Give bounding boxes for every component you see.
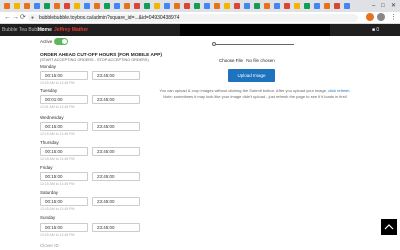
time-hint: 12:15 AM to 11:45 PM [40, 157, 75, 161]
file-input[interactable]: Choose File No file chosen [219, 58, 275, 64]
tab-favicon-icon[interactable] [164, 3, 170, 9]
reload-icon[interactable]: ⟳ [20, 14, 26, 22]
start-time-input[interactable]: 00:15:00 [40, 172, 88, 181]
tab-favicon-icon[interactable] [274, 3, 280, 9]
tab-favicon-icon[interactable] [224, 3, 230, 9]
time-hint: 12:15 AM to 11:45 PM [40, 207, 75, 211]
time-hint: 12:15 AM to 11:45 PM [40, 132, 75, 136]
slider-handle[interactable] [212, 42, 216, 46]
tab-favicon-icon[interactable] [54, 3, 60, 9]
start-time-input[interactable]: 00:01:00 [40, 95, 88, 104]
tab-favicon-icon[interactable] [344, 3, 350, 9]
day-label: Wednesday [40, 115, 64, 120]
tab-favicon-icon[interactable] [4, 3, 10, 9]
chevron-up-icon [384, 224, 394, 230]
tab-favicon-icon[interactable] [34, 3, 40, 9]
tab-favicon-icon[interactable] [84, 3, 90, 9]
tab-favicon-icon[interactable] [204, 3, 210, 9]
tab-favicon-icon[interactable] [94, 3, 100, 9]
redacted-block [180, 24, 330, 36]
tab-favicon-icon[interactable] [154, 3, 160, 9]
lock-icon: ● [31, 15, 35, 21]
tab-favicon-icon[interactable] [244, 3, 250, 9]
tab-favicon-icon[interactable] [284, 3, 290, 9]
end-time-input[interactable]: 23:45:00 [92, 197, 140, 206]
crop-zoom-slider[interactable] [214, 44, 294, 45]
tab-favicon-icon[interactable] [304, 3, 310, 9]
day-label: Sunday [40, 215, 56, 220]
end-time-input[interactable]: 23:45:00 [92, 223, 140, 232]
tab-favicon-icon[interactable] [314, 3, 320, 9]
start-time-input[interactable]: 00:15:00 [40, 71, 88, 80]
day-label: Tuesday [40, 88, 58, 93]
address-bar[interactable]: ● bubblebubble.toybox.ca/admin?square_id… [28, 14, 358, 22]
start-time-input[interactable]: 00:15:00 [40, 122, 88, 131]
tab-favicon-icon[interactable] [134, 3, 140, 9]
tab-favicon-icon[interactable] [24, 3, 30, 9]
tab-favicon-icon[interactable] [264, 3, 270, 9]
tab-favicon-icon[interactable] [114, 3, 120, 9]
scroll-to-top-button[interactable] [381, 219, 397, 235]
tab-favicon-icon[interactable] [104, 3, 110, 9]
tab-favicon-icon[interactable] [214, 3, 220, 9]
time-hint: 12:01 AM to 11:45 PM [40, 105, 75, 109]
active-toggle[interactable] [54, 38, 68, 45]
tab-favicon-icon[interactable] [194, 3, 200, 9]
toggle-knob [62, 39, 67, 44]
upload-help-text: You can upload & crop images without cli… [155, 88, 355, 99]
time-hint: 12:15 AM to 11:45 PM [40, 182, 75, 186]
day-label: Friday [40, 165, 53, 170]
start-time-input[interactable]: 00:15:00 [40, 223, 88, 232]
start-time-input[interactable]: 00:15:00 [40, 147, 88, 156]
no-file-text: No file chosen [246, 58, 275, 63]
end-time-input[interactable]: 23:45:00 [92, 147, 140, 156]
nav-user[interactable]: Jeffrey Mather [54, 26, 88, 34]
next-field-label: Clover ID [40, 243, 59, 248]
end-time-input[interactable]: 23:45:00 [92, 71, 140, 80]
nav-home[interactable]: Home [38, 26, 52, 34]
forward-icon[interactable]: → [12, 14, 19, 22]
close-icon[interactable]: ✕ [391, 2, 396, 10]
profile-avatar[interactable] [377, 13, 385, 21]
tab-favicon-icon[interactable] [324, 3, 330, 9]
end-time-input[interactable]: 23:45:00 [92, 122, 140, 131]
start-time-input[interactable]: 00:15:00 [40, 197, 88, 206]
end-time-input[interactable]: 23:45:00 [92, 95, 140, 104]
section-subtitle: (START ACCEPTING ORDERS - STOP ACCEPTING… [40, 58, 149, 62]
choose-file-button[interactable]: Choose File [219, 58, 243, 64]
tab-favicon-icon[interactable] [294, 3, 300, 9]
tab-favicon-icon[interactable] [334, 3, 340, 9]
url-text: bubblebubble.toybox.ca/admin?square_id=.… [39, 15, 180, 21]
tab-favicon-icon[interactable] [174, 3, 180, 9]
tab-favicon-icon[interactable] [44, 3, 50, 9]
extension-icon[interactable] [366, 13, 374, 21]
active-label: Active [40, 39, 53, 44]
tab-favicon-icon[interactable] [124, 3, 130, 9]
refresh-link[interactable]: click refresh [328, 88, 349, 93]
help-text-pre: You can upload & crop images without cli… [159, 88, 329, 93]
minimize-icon[interactable]: – [372, 2, 375, 10]
browser-tab-strip: – □ ✕ [0, 0, 400, 12]
end-time-input[interactable]: 23:45:00 [92, 172, 140, 181]
back-icon[interactable]: ← [4, 14, 11, 22]
tab-favicon-icon[interactable] [234, 3, 240, 9]
tab-favicon-icon[interactable] [14, 3, 20, 9]
menu-icon[interactable]: ⋮ [390, 14, 397, 22]
upload-image-button[interactable]: Upload Image [228, 69, 275, 82]
tab-favicon-icon[interactable] [74, 3, 80, 9]
cart-count-value: 0 [376, 27, 380, 33]
day-label: Saturday [40, 190, 59, 195]
day-label: Thursday [40, 140, 59, 145]
tab-favicon-icon[interactable] [64, 3, 70, 9]
time-hint: 12:15 AM to 11:45 PM [40, 233, 75, 237]
time-hint: 12:15 AM to 11:45 PM [40, 81, 75, 85]
cart-count[interactable]: ■ 0 [372, 26, 379, 34]
tab-favicon-icon[interactable] [254, 3, 260, 9]
maximize-icon[interactable]: □ [381, 2, 385, 10]
day-label: Monday [40, 64, 57, 69]
tab-favicon-icon[interactable] [144, 3, 150, 9]
tab-favicon-icon[interactable] [184, 3, 190, 9]
browser-toolbar: ← → ⟳ ● bubblebubble.toybox.ca/admin?squ… [0, 12, 400, 24]
